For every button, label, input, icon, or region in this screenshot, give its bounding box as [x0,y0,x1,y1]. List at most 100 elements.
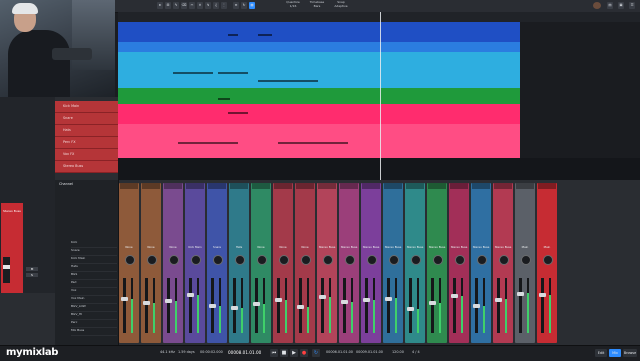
channel-list-item[interactable]: Perc [71,320,117,328]
quantize-control[interactable]: Quantize 1/16 [283,0,303,8]
pencil-tool-icon[interactable]: ✎ [173,2,179,9]
listen-tool-icon[interactable]: ♫ [213,2,219,9]
arrow-tool-icon[interactable]: ➤ [157,2,163,9]
mute-button[interactable]: M [26,267,38,271]
insert-slot[interactable] [296,183,314,189]
channel-strip[interactable]: Stereo Buss [317,183,337,343]
volume-fader[interactable] [541,278,544,333]
track-header[interactable]: Stereo Buss [55,161,118,173]
fader-cap[interactable] [429,300,436,305]
mute-tool-icon[interactable]: ✕ [197,2,203,9]
volume-fader[interactable] [189,278,192,333]
insert-slot[interactable] [494,183,512,189]
fader-cap[interactable] [495,297,502,302]
arrangement-view[interactable] [118,12,640,180]
insert-slot[interactable] [186,183,204,189]
pan-knob[interactable] [235,255,245,265]
insert-slot[interactable] [384,183,402,189]
pan-knob[interactable] [191,255,201,265]
channel-strip[interactable]: None [141,183,161,343]
pan-knob[interactable] [345,255,355,265]
insert-slot[interactable] [142,183,160,189]
fader-cap[interactable] [297,304,304,309]
fader-cap[interactable] [209,303,216,308]
channel-strip[interactable]: Stereo Buss [427,183,447,343]
volume-fader[interactable] [167,278,170,333]
track-header[interactable]: Snare [55,113,118,125]
pan-knob[interactable] [477,255,487,265]
track-header[interactable]: Kick Main [55,101,118,113]
channel-list-item[interactable]: Hats [71,264,117,272]
pan-knob[interactable] [389,255,399,265]
channel-strip[interactable]: None [295,183,315,343]
volume-fader[interactable] [431,278,434,333]
insert-slot[interactable] [406,183,424,189]
fader-cap[interactable] [319,295,326,300]
empty-timeline-area[interactable] [520,22,640,158]
fader-cap[interactable] [253,302,260,307]
channel-strip[interactable]: Stereo Buss [471,183,491,343]
insert-slot[interactable] [208,183,226,189]
solo-button[interactable]: S [26,273,38,277]
track-header[interactable]: Hats [55,125,118,137]
timeline-ruler[interactable] [118,12,640,22]
insert-slot[interactable] [274,183,292,189]
volume-fader[interactable] [277,278,280,333]
pan-knob[interactable] [169,255,179,265]
channel-strip[interactable]: Stereo Buss [449,183,469,343]
timebase-control[interactable]: Timebase Bars [307,0,327,8]
user-avatar[interactable] [593,2,601,9]
channel-strip[interactable]: Stereo Buss [339,183,359,343]
track-header[interactable]: Vox FX [55,149,118,161]
fader-cap[interactable] [385,296,392,301]
event-lane[interactable] [118,124,520,158]
insert-slot[interactable] [164,183,182,189]
inspector-fader[interactable] [3,257,10,283]
bend-tool-icon[interactable]: ↯ [205,2,211,9]
pan-knob[interactable] [455,255,465,265]
insert-slot[interactable] [252,183,270,189]
channel-list-item[interactable]: BGV_HI [71,312,117,320]
fader-cap[interactable] [121,297,128,302]
insert-slot[interactable] [120,183,138,189]
insert-slot[interactable] [516,183,534,189]
pan-knob[interactable] [323,255,333,265]
inspector-channel-strip[interactable] [1,203,23,305]
pan-knob[interactable] [411,255,421,265]
loop-tool-icon[interactable]: ↻ [241,2,247,9]
fader-cap[interactable] [363,298,370,303]
fader-cap[interactable] [407,306,414,311]
scissors-tool-icon[interactable]: ✂ [189,2,195,9]
channel-strip[interactable]: Hats [229,183,249,343]
playhead-cursor[interactable] [380,12,381,180]
fader-cap[interactable] [517,292,524,297]
channel-strip[interactable]: Stereo Buss [493,183,513,343]
channel-strip[interactable]: Main [537,183,557,343]
mix-view-button[interactable]: Mix [609,349,621,357]
fader-cap[interactable] [275,298,282,303]
channel-strip[interactable]: None [163,183,183,343]
insert-slot[interactable] [340,183,358,189]
volume-fader[interactable] [497,278,500,333]
fader-cap[interactable] [473,303,480,308]
edit-view-button[interactable]: Edit [595,349,607,357]
pan-knob[interactable] [301,255,311,265]
channel-list-item[interactable]: BGV_LOW [71,304,117,312]
pan-knob[interactable] [367,255,377,265]
pan-knob[interactable] [521,255,531,265]
fader-cap[interactable] [187,293,194,298]
channel-strip[interactable]: Kick Main [185,183,205,343]
insert-slot[interactable] [472,183,490,189]
insert-slot[interactable] [428,183,446,189]
insert-slot[interactable] [230,183,248,189]
channel-strip[interactable]: Snare [207,183,227,343]
record-icon[interactable]: ● [300,349,308,357]
event-lane[interactable] [118,52,520,88]
channel-strip[interactable]: None [251,183,271,343]
loop-end[interactable]: 00009.01.01.00 [356,350,383,354]
channel-strip[interactable]: Main [515,183,535,343]
pan-knob[interactable] [213,255,223,265]
pan-knob[interactable] [279,255,289,265]
volume-fader[interactable] [387,278,390,333]
volume-fader[interactable] [321,278,324,333]
